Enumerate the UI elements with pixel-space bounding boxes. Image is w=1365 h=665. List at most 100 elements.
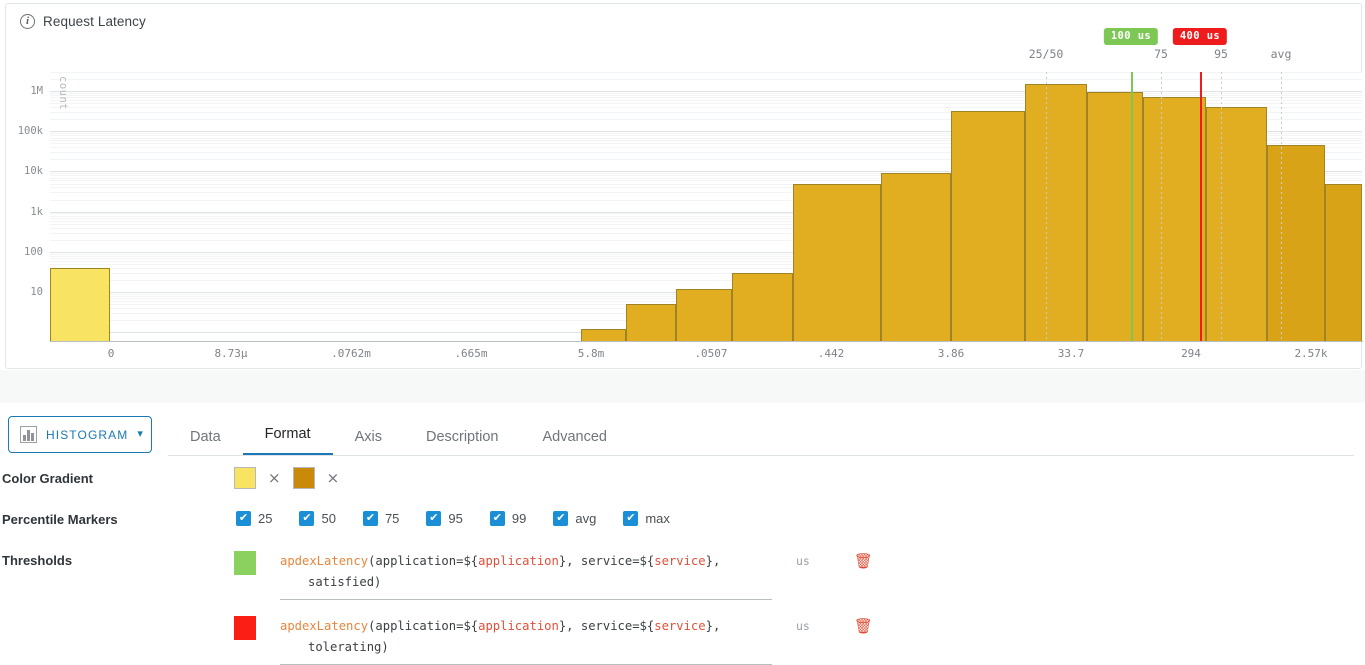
y-axis-title: count bbox=[57, 76, 69, 111]
thresholds-label: Thresholds bbox=[2, 553, 73, 568]
histogram-bar[interactable] bbox=[951, 110, 1025, 341]
y-axis-tick: 10k bbox=[24, 165, 43, 178]
histogram-bar[interactable] bbox=[1025, 84, 1087, 341]
percentile-marker-line bbox=[1281, 72, 1282, 341]
delete-threshold-icon[interactable]: 🗑 bbox=[854, 616, 873, 634]
threshold-line bbox=[1200, 72, 1202, 341]
threshold-expression-input[interactable]: apdexLatency(application=${application},… bbox=[280, 551, 772, 600]
tabs-underline bbox=[168, 455, 1354, 456]
percentile-option-max[interactable]: ✔ max bbox=[623, 511, 670, 526]
threshold-badge[interactable]: 400 us bbox=[1172, 28, 1228, 45]
threshold-color-swatch[interactable] bbox=[234, 616, 256, 640]
checkbox-label: 75 bbox=[384, 511, 400, 526]
checkbox-label: 95 bbox=[448, 511, 463, 526]
checkbox[interactable]: ✔ bbox=[489, 511, 505, 526]
histogram-bar[interactable] bbox=[50, 267, 110, 341]
checkbox[interactable]: ✔ bbox=[426, 511, 442, 526]
gridline bbox=[50, 91, 1362, 93]
histogram-bar[interactable] bbox=[881, 173, 951, 341]
panel-separator bbox=[0, 370, 1365, 403]
threshold-line bbox=[1131, 72, 1133, 341]
percentile-marker-line bbox=[1221, 72, 1222, 341]
x-axis-tick: .665m bbox=[454, 347, 488, 360]
histogram-icon bbox=[20, 426, 37, 443]
histogram-bar[interactable] bbox=[1143, 97, 1206, 341]
gridline bbox=[50, 79, 1362, 81]
checkbox[interactable]: ✔ bbox=[236, 511, 251, 526]
gradient-color-swatch[interactable] bbox=[234, 467, 256, 489]
percentile-option-avg[interactable]: ✔ avg bbox=[553, 511, 596, 526]
chart-card: i Request Latency count 1M 100k 10k 1k 100 10… bbox=[5, 3, 1363, 369]
checkbox-label: 50 bbox=[321, 511, 336, 526]
histogram-plot[interactable] bbox=[50, 72, 1362, 341]
y-axis-tick: 1k bbox=[30, 205, 43, 218]
tab-format[interactable]: Format bbox=[242, 420, 333, 456]
percentile-markers-checkboxes[interactable]: ✔ 25 ✔ 50 ✔ 75 ✔ 95 ✔ 99 ✔ avg ✔ max bbox=[236, 511, 670, 526]
tab-description[interactable]: Description bbox=[404, 423, 521, 456]
checkbox-label: 25 bbox=[258, 511, 273, 526]
histogram-bar[interactable] bbox=[732, 272, 793, 341]
percentile-marker-label: 75 bbox=[1154, 47, 1168, 61]
percentile-option-99[interactable]: ✔ 99 bbox=[489, 511, 527, 526]
x-axis-tick: 8.73µ bbox=[214, 347, 248, 360]
threshold-unit: us bbox=[796, 619, 810, 633]
y-axis-tick: 100 bbox=[24, 245, 43, 258]
gridline bbox=[50, 72, 1362, 73]
threshold-badge[interactable]: 100 us bbox=[1103, 28, 1159, 45]
gridline bbox=[50, 95, 1362, 97]
checkbox-label: avg bbox=[575, 511, 597, 526]
percentile-marker-line bbox=[1161, 72, 1162, 341]
color-gradient-label: Color Gradient bbox=[2, 471, 94, 486]
color-gradient-controls[interactable]: × × bbox=[234, 467, 339, 489]
percentile-markers-label: Percentile Markers bbox=[2, 512, 118, 527]
x-axis-tick: 33.7 bbox=[1057, 347, 1085, 360]
tab-axis[interactable]: Axis bbox=[333, 423, 404, 456]
format-tabs[interactable]: Data Format Axis Description Advanced bbox=[168, 420, 629, 456]
x-axis-tick: .0507 bbox=[694, 347, 728, 360]
histogram-bar[interactable] bbox=[1325, 183, 1362, 341]
percentile-option-95[interactable]: ✔ 95 bbox=[426, 511, 463, 526]
percentile-option-25[interactable]: ✔ 25 bbox=[236, 511, 272, 526]
y-axis-tick: 1M bbox=[30, 85, 43, 98]
histogram-bar[interactable] bbox=[793, 183, 881, 341]
threshold-row: apdexLatency(application=${application},… bbox=[234, 616, 873, 665]
gridline bbox=[50, 92, 1362, 94]
histogram-bar[interactable] bbox=[676, 288, 732, 341]
percentile-option-75[interactable]: ✔ 75 bbox=[362, 511, 400, 526]
y-axis-tick: 100k bbox=[17, 125, 43, 138]
threshold-expression-input[interactable]: apdexLatency(application=${application},… bbox=[280, 616, 772, 665]
threshold-row: apdexLatency(application=${application},… bbox=[234, 551, 873, 600]
x-axis-tick: .0762m bbox=[331, 347, 371, 360]
remove-gradient-stop-button[interactable]: × bbox=[268, 469, 281, 487]
checkbox[interactable]: ✔ bbox=[623, 511, 639, 526]
checkbox[interactable]: ✔ bbox=[362, 511, 378, 526]
delete-threshold-icon[interactable]: 🗑 bbox=[854, 551, 873, 569]
gradient-color-swatch[interactable] bbox=[292, 467, 315, 489]
histogram-bar[interactable] bbox=[581, 328, 626, 341]
tab-data[interactable]: Data bbox=[168, 423, 243, 456]
chart-title: Request Latency bbox=[43, 14, 146, 29]
info-icon[interactable]: i bbox=[20, 14, 35, 29]
x-axis-tick: 5.8m bbox=[577, 347, 605, 360]
percentile-marker-line bbox=[1046, 72, 1047, 341]
visualization-type-button[interactable]: HISTOGRAM ▾ bbox=[8, 416, 152, 453]
checkbox-label: max bbox=[645, 511, 670, 526]
x-axis-tick: .442 bbox=[817, 347, 845, 360]
checkbox[interactable]: ✔ bbox=[299, 511, 315, 526]
histogram-bar[interactable] bbox=[626, 304, 676, 341]
threshold-color-swatch[interactable] bbox=[234, 551, 256, 575]
remove-gradient-stop-button[interactable]: × bbox=[327, 469, 340, 487]
percentile-marker-label: 95 bbox=[1214, 47, 1228, 61]
histogram-bar[interactable] bbox=[1267, 145, 1325, 341]
percentile-marker-label: avg bbox=[1270, 47, 1292, 61]
chevron-down-icon: ▾ bbox=[137, 428, 143, 440]
tab-advanced[interactable]: Advanced bbox=[521, 423, 630, 456]
x-axis-tick: 2.57k bbox=[1294, 347, 1328, 360]
checkbox[interactable]: ✔ bbox=[553, 511, 569, 526]
percentile-option-50[interactable]: ✔ 50 bbox=[299, 511, 336, 526]
histogram-bar[interactable] bbox=[1087, 92, 1143, 341]
checkbox-label: 99 bbox=[511, 511, 527, 526]
x-axis-tick: 294 bbox=[1181, 347, 1201, 360]
chart-header: i Request Latency bbox=[20, 14, 146, 29]
histogram-bar[interactable] bbox=[1206, 107, 1267, 341]
